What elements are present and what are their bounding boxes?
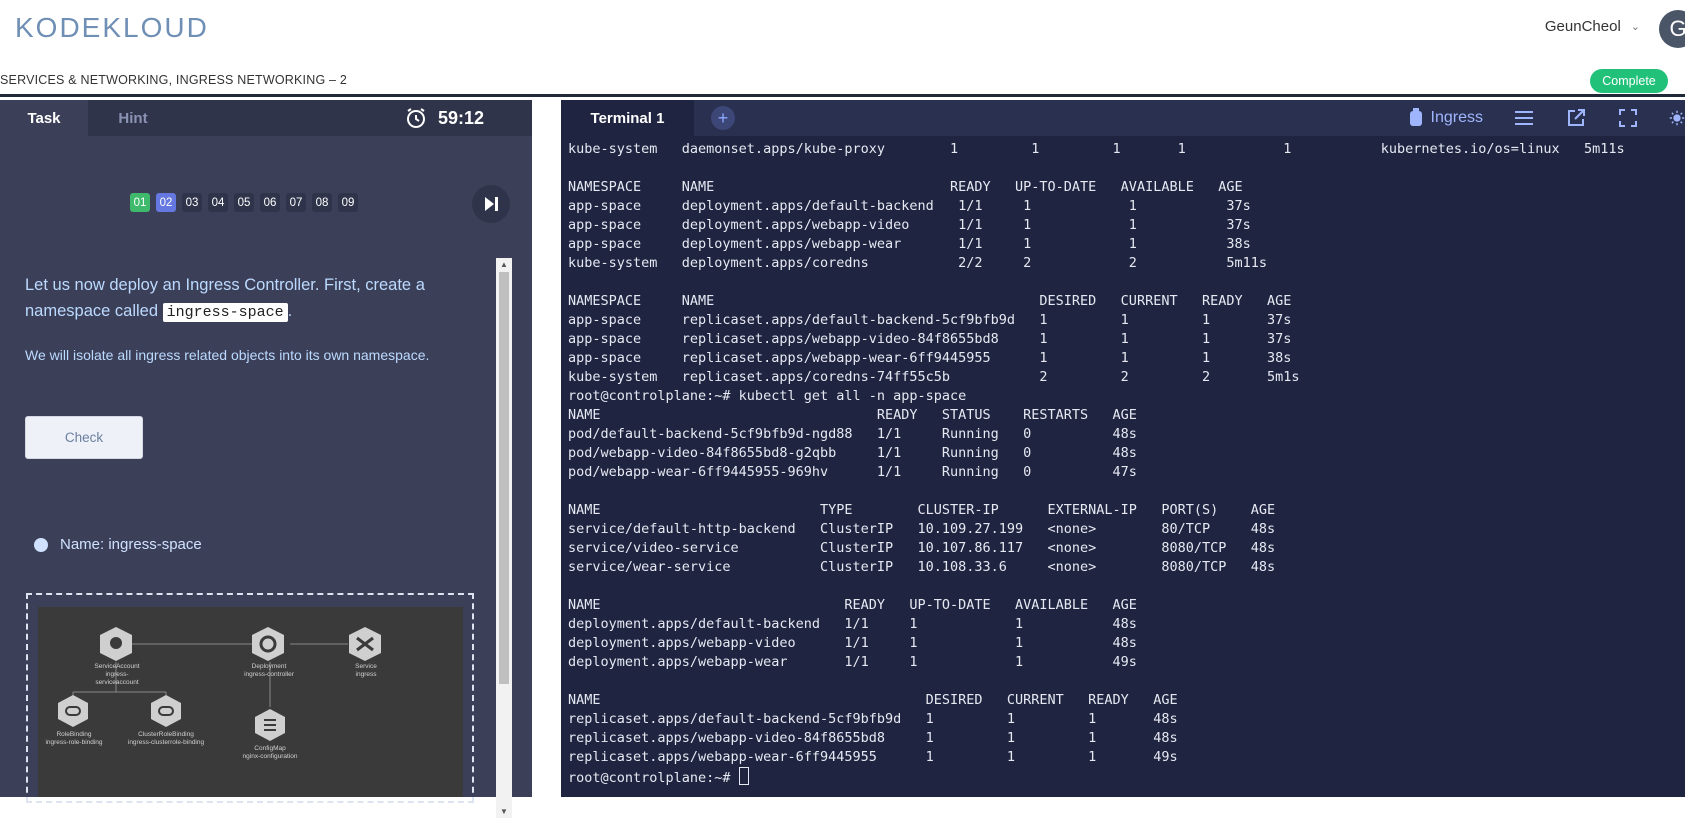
task-subtext: We will isolate all ingress related obje…	[25, 347, 430, 363]
terminal-line: deployment.apps/webapp-video 1/1 1 1 48s	[568, 635, 1137, 651]
question-nav: 01 02 03 04 05 06 07 08 09	[130, 193, 358, 212]
question-01[interactable]: 01	[130, 193, 150, 212]
scroll-down-icon[interactable]: ▼	[500, 807, 508, 816]
namespace-code: ingress-space	[162, 303, 288, 322]
question-04[interactable]: 04	[208, 193, 228, 212]
terminal-output[interactable]: kube-system daemonset.apps/kube-proxy 1 …	[568, 140, 1678, 795]
terminal-line: app-space deployment.apps/webapp-wear 1/…	[568, 236, 1251, 252]
terminal-line: NAME TYPE CLUSTER-IP EXTERNAL-IP PORT(S)…	[568, 502, 1276, 518]
criteria-item: Name: ingress-space	[34, 536, 202, 553]
terminal-prompt: root@controlplane:~#	[568, 770, 739, 786]
terminal-line: NAME READY STATUS RESTARTS AGE	[568, 407, 1137, 423]
terminal-line: replicaset.apps/webapp-video-84f8655bd8 …	[568, 730, 1178, 746]
terminal-line: app-space deployment.apps/webapp-video 1…	[568, 217, 1251, 233]
timer-value: 59:12	[438, 107, 485, 128]
terminal-line: pod/webapp-video-84f8655bd8-g2qbb 1/1 Ru…	[568, 445, 1137, 461]
alarm-clock-icon	[407, 108, 425, 128]
terminal-line: replicaset.apps/default-backend-5cf9bfb9…	[568, 711, 1178, 727]
scroll-up-icon[interactable]: ▲	[500, 260, 508, 269]
terminal-line: pod/default-backend-5cf9bfb9d-ngd88 1/1 …	[568, 426, 1137, 442]
tab-hint[interactable]: Hint	[100, 100, 166, 136]
question-07[interactable]: 07	[286, 193, 306, 212]
terminal-cursor	[738, 767, 749, 785]
add-terminal-button[interactable]: +	[711, 106, 735, 130]
chevron-down-icon: ⌄	[1630, 21, 1640, 33]
check-button[interactable]: Check	[25, 416, 143, 459]
task-instruction: Let us now deploy an Ingress Controller.…	[25, 272, 475, 326]
user-menu[interactable]: GeunCheol ⌄	[1545, 18, 1640, 35]
top-header: KODEKLOUD GeunCheol ⌄ G	[0, 0, 1685, 60]
status-dot-icon	[34, 537, 48, 552]
terminal-line: kube-system replicaset.apps/coredns-74ff…	[568, 369, 1300, 385]
terminal-line: NAME READY UP-TO-DATE AVAILABLE AGE	[568, 597, 1137, 613]
question-02[interactable]: 02	[156, 193, 176, 212]
terminal-line: app-space replicaset.apps/default-backen…	[568, 312, 1292, 328]
terminal-line: NAME DESIRED CURRENT READY AGE	[568, 692, 1178, 708]
terminal-line: NAMESPACE NAME DESIRED CURRENT READY AGE	[568, 293, 1292, 309]
context-label: Ingress	[1430, 109, 1483, 126]
ingress-icon	[1409, 108, 1422, 126]
ingress-context[interactable]: Ingress	[1409, 108, 1483, 128]
terminal-line: root@controlplane:~# kubectl get all -n …	[568, 388, 967, 404]
terminal-line: app-space deployment.apps/default-backen…	[568, 198, 1251, 214]
tab-task[interactable]: Task	[0, 100, 88, 136]
ingress-architecture-diagram: ServiceAccount ingress-serviceaccount Dep…	[38, 607, 463, 797]
user-name: GeunCheol	[1544, 18, 1621, 35]
task-scrollbar[interactable]: ▲ ▼	[496, 258, 512, 818]
question-09[interactable]: 09	[338, 193, 358, 212]
terminal-line: deployment.apps/default-backend 1/1 1 1 …	[568, 616, 1137, 632]
deploy-label: Deployment ingress-controller	[244, 663, 294, 678]
terminal-line: service/default-http-backend ClusterIP 1…	[568, 521, 1276, 537]
terminal-tabs: Terminal 1 + Ingress	[561, 100, 1685, 136]
cm-label: ConfigMap nginx-configuration	[242, 745, 298, 760]
question-03[interactable]: 03	[182, 193, 202, 212]
rb-label: RoleBinding ingress-role-binding	[45, 731, 103, 746]
question-08[interactable]: 08	[312, 193, 332, 212]
lab-title-bar: SERVICES & NETWORKING, INGRESS NETWORKIN…	[0, 68, 1685, 94]
terminal-line: app-space replicaset.apps/webapp-wear-6f…	[568, 350, 1292, 366]
avatar[interactable]: G	[1659, 10, 1685, 48]
diagram-container: ServiceAccount ingress-serviceaccount Dep…	[26, 593, 474, 803]
terminal-line: kube-system deployment.apps/coredns 2/2 …	[568, 255, 1267, 271]
terminal-toolbar: Ingress	[1409, 100, 1685, 136]
question-05[interactable]: 05	[234, 193, 254, 212]
next-question-button[interactable]	[472, 185, 510, 223]
header-divider	[0, 94, 1685, 97]
terminal-line: deployment.apps/webapp-wear 1/1 1 1 49s	[568, 654, 1137, 670]
svc-label: Service ingress	[355, 663, 377, 678]
scroll-thumb[interactable]	[499, 272, 509, 684]
terminal-line: kube-system daemonset.apps/kube-proxy 1 …	[568, 141, 1625, 157]
terminal-line: service/wear-service ClusterIP 10.108.33…	[568, 559, 1276, 575]
fullscreen-icon[interactable]	[1617, 107, 1639, 129]
theme-sun-icon[interactable]	[1669, 107, 1685, 129]
terminal-text: kube-system daemonset.apps/kube-proxy 1 …	[568, 140, 1678, 788]
kodekloud-logo[interactable]: KODEKLOUD	[15, 12, 209, 44]
menu-icon[interactable]	[1513, 107, 1535, 129]
terminal-line: pod/webapp-wear-6ff9445955-969hv 1/1 Run…	[568, 464, 1137, 480]
sa-label: ServiceAccount ingress-serviceaccount	[94, 663, 140, 686]
breadcrumb: SERVICES & NETWORKING, INGRESS NETWORKIN…	[0, 73, 348, 87]
task-panel: Task Hint 59:12 01 02 03 04 05 06 07 08 09 Let u…	[0, 100, 532, 818]
open-external-icon[interactable]	[1565, 107, 1587, 129]
terminal-line: NAMESPACE NAME READY UP-TO-DATE AVAILABL…	[568, 179, 1243, 195]
terminal-panel: Terminal 1 + Ingress kube-system daemons…	[561, 100, 1685, 797]
timer: 59:12	[404, 106, 484, 130]
skip-next-icon	[485, 197, 498, 211]
diagram-graphic	[58, 627, 381, 741]
terminal-line: app-space replicaset.apps/webapp-video-8…	[568, 331, 1292, 347]
instruction-end: .	[287, 302, 293, 320]
question-06[interactable]: 06	[260, 193, 280, 212]
criteria-label: Name: ingress-space	[60, 536, 202, 553]
terminal-line: service/video-service ClusterIP 10.107.8…	[568, 540, 1276, 556]
complete-button[interactable]: Complete	[1590, 69, 1668, 93]
terminal-line: replicaset.apps/webapp-wear-6ff9445955 1…	[568, 749, 1178, 765]
task-tabs: Task Hint 59:12	[0, 100, 532, 136]
crb-label: ClusterRoleBinding ingress-clusterrole-bi…	[127, 731, 205, 746]
tab-terminal-1[interactable]: Terminal 1	[561, 100, 694, 136]
